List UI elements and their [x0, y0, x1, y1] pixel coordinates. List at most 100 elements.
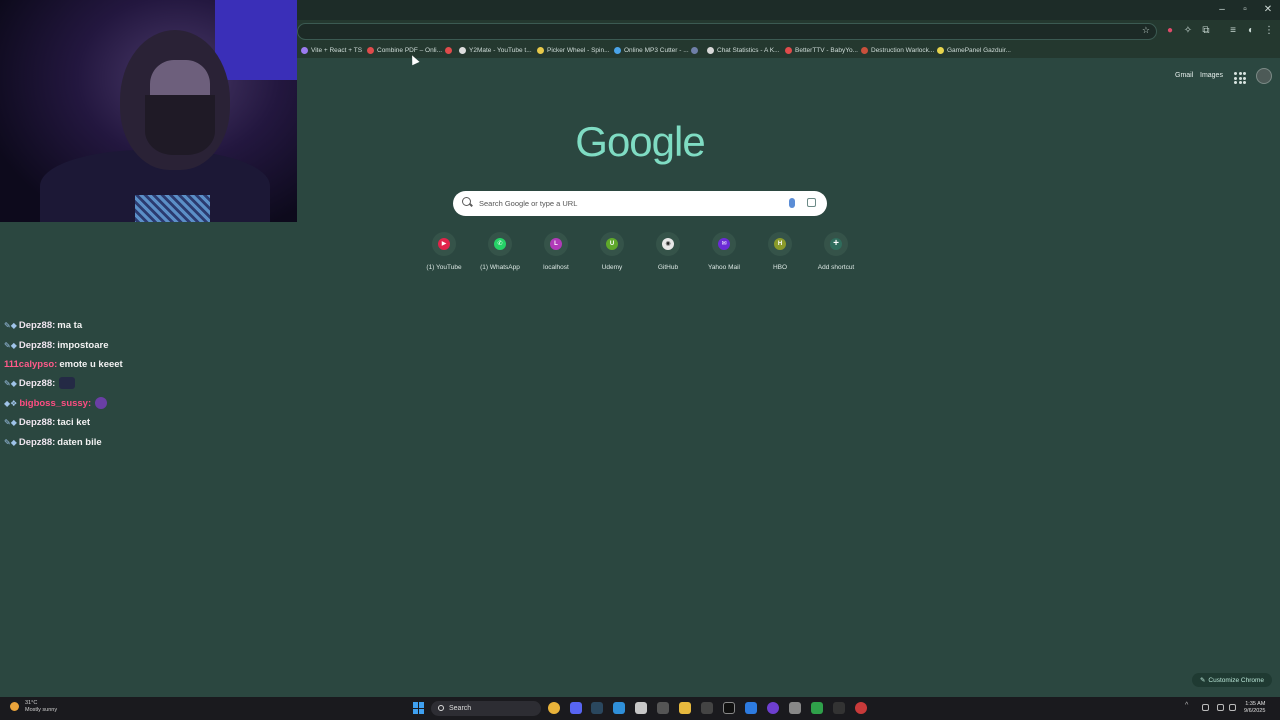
bookmark-item[interactable]: Combine PDF – Onli...: [367, 43, 442, 57]
microphone-icon[interactable]: [789, 198, 795, 208]
chat-message: ✎◆ Depz88: taci ket: [4, 414, 90, 430]
extension-icon[interactable]: ✧: [1181, 24, 1195, 38]
search-box[interactable]: [453, 191, 827, 216]
system-clock[interactable]: 1:35 AM 9/6/2025: [1244, 701, 1265, 715]
taskbar-search[interactable]: Search: [431, 701, 541, 716]
bookmark-item[interactable]: Chat Statistics - A K...: [707, 43, 780, 57]
bookmark-favicon-icon: [937, 46, 944, 54]
extensions-puzzle-icon[interactable]: ⧉: [1199, 24, 1213, 38]
shortcut-tile[interactable]: U Udemy: [584, 232, 640, 271]
shortcut-label: HBO: [772, 264, 788, 271]
bookmark-item[interactable]: BetterTTV - BabyYo...: [785, 43, 858, 57]
bookmark-star-icon[interactable]: ☆: [1142, 25, 1150, 36]
search-icon: [462, 197, 471, 206]
volume-icon[interactable]: [1229, 704, 1236, 711]
shortcut-tile[interactable]: L localhost: [528, 232, 584, 271]
chat-username: bigboss_sussy:: [19, 397, 92, 409]
bookmark-item[interactable]: Destruction Warlock...: [861, 43, 934, 57]
tray-overflow-icon[interactable]: ^: [1185, 702, 1192, 709]
bookmark-item[interactable]: [445, 43, 455, 57]
maximize-icon[interactable]: ▫: [1235, 4, 1255, 15]
sword-badge-icon: ✎◆: [4, 417, 17, 427]
profile-icon[interactable]: ◐: [1244, 24, 1258, 38]
steam-app-icon[interactable]: [591, 702, 603, 714]
sword-badge-icon: ✎◆: [4, 378, 17, 388]
chrome-app-icon[interactable]: [548, 702, 560, 714]
bookmark-item[interactable]: Online MP3 Cutter - ...: [614, 43, 689, 57]
whatsapp-icon: ✆: [494, 238, 506, 250]
app-icon[interactable]: [855, 702, 867, 714]
weather-temp: 31°C: [25, 700, 38, 706]
emote-icon: [59, 377, 76, 389]
app-icon[interactable]: [635, 702, 647, 714]
file-explorer-icon[interactable]: [679, 702, 691, 714]
lens-camera-icon[interactable]: [807, 198, 816, 207]
chat-text: taci ket: [57, 416, 91, 428]
bookmark-favicon-icon: [861, 46, 868, 54]
hbo-icon: H: [774, 238, 786, 250]
shortcut-tile[interactable]: ✉ Yahoo Mail: [696, 232, 752, 271]
extension-icon[interactable]: ●: [1163, 24, 1177, 38]
app-icon[interactable]: [723, 702, 735, 714]
shortcut-label: (1) YouTube: [426, 264, 462, 271]
chat-message: ✎◆ Depz88:: [4, 375, 76, 391]
bookmark-favicon-icon: [301, 46, 308, 54]
shortcut-label: Yahoo Mail: [707, 264, 741, 271]
avatar[interactable]: [1256, 68, 1272, 84]
shortcut-tile[interactable]: ✆ (1) WhatsApp: [472, 232, 528, 271]
app-icon[interactable]: [657, 702, 669, 714]
chat-text: daten bile: [57, 436, 102, 448]
tab-search-icon[interactable]: ≡: [1226, 24, 1240, 38]
app-icon[interactable]: [789, 702, 801, 714]
chat-message: ✎◆ Depz88: impostoare: [4, 337, 109, 353]
address-bar[interactable]: ☆: [297, 23, 1157, 40]
start-button[interactable]: [413, 702, 425, 714]
github-icon: ◉: [662, 238, 674, 250]
sword-badge-icon: ✎◆: [4, 340, 17, 350]
chat-message: ◆❖ bigboss_sussy:: [4, 395, 108, 411]
weather-widget[interactable]: 31°C Mostly sunny: [10, 700, 57, 714]
bookmark-item[interactable]: [691, 43, 701, 57]
menu-icon[interactable]: ⋮: [1262, 24, 1276, 38]
youtube-icon: ▶: [438, 238, 450, 250]
bookmark-favicon-icon: [537, 46, 544, 54]
search-input[interactable]: [479, 191, 779, 216]
bookmark-item[interactable]: GamePanel Gazduir...: [937, 43, 1011, 57]
webcam-overlay: [0, 0, 297, 222]
chat-username: Depz88:: [18, 436, 56, 448]
xbox-app-icon[interactable]: [811, 702, 823, 714]
chat-text: ma ta: [57, 319, 83, 331]
yahoo-mail-icon: ✉: [718, 238, 730, 250]
network-icon[interactable]: [1217, 704, 1224, 711]
images-link[interactable]: Images: [1200, 72, 1223, 79]
customize-chrome-button[interactable]: ✎ Customize Chrome: [1192, 673, 1272, 687]
app-icon[interactable]: [701, 702, 713, 714]
shortcut-tile[interactable]: ◉ GitHub: [640, 232, 696, 271]
app-icon[interactable]: [767, 702, 779, 714]
discord-app-icon[interactable]: [570, 702, 582, 714]
plus-icon: +: [830, 238, 842, 250]
bookmark-favicon-icon: [707, 46, 714, 54]
shortcut-tile[interactable]: H HBO: [752, 232, 808, 271]
minimize-icon[interactable]: –: [1212, 4, 1232, 15]
bookmark-favicon-icon: [459, 46, 466, 54]
chat-username: Depz88:: [18, 377, 56, 389]
chat-message: 111calypso: emote u keeet: [4, 356, 123, 372]
bookmark-favicon-icon: [614, 46, 621, 54]
bookmark-item[interactable]: Vite + React + TS: [301, 43, 362, 57]
vscode-app-icon[interactable]: [613, 702, 625, 714]
add-shortcut-button[interactable]: + Add shortcut: [808, 232, 864, 271]
app-icon[interactable]: [745, 702, 757, 714]
bookmark-label: BetterTTV - BabyYo...: [795, 46, 858, 54]
shortcut-label: Udemy: [601, 264, 623, 271]
microphone-tray-icon[interactable]: [1202, 704, 1209, 711]
bookmark-label: Vite + React + TS: [311, 46, 363, 54]
shortcut-tile[interactable]: ▶ (1) YouTube: [416, 232, 472, 271]
bookmark-item[interactable]: Y2Mate - YouTube t...: [459, 43, 532, 57]
app-icon[interactable]: [833, 702, 845, 714]
bookmark-item[interactable]: Picker Wheel - Spin...: [537, 43, 610, 57]
gmail-link[interactable]: Gmail: [1175, 72, 1193, 79]
apps-grid-icon[interactable]: [1232, 70, 1246, 84]
close-icon[interactable]: ✕: [1258, 4, 1278, 15]
sword-badge-icon: ✎◆: [4, 320, 17, 330]
